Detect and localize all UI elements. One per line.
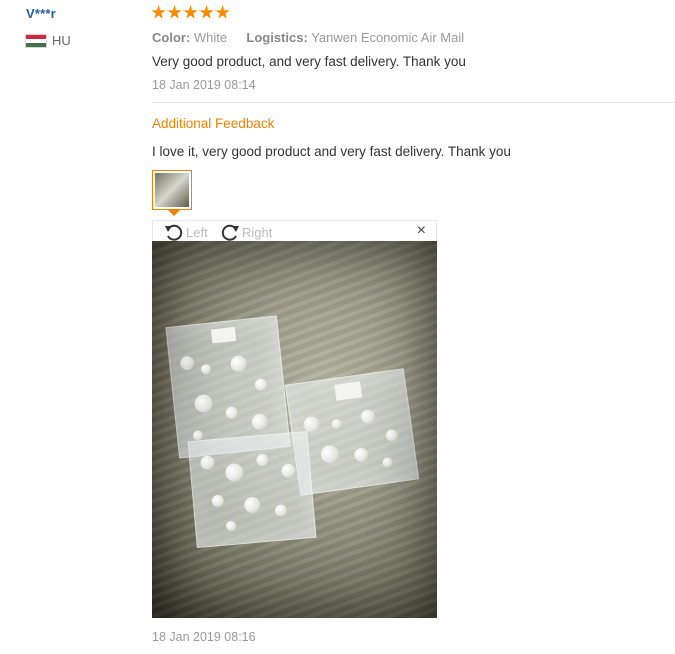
review-date: 18 Jan 2019 08:14 <box>152 78 256 92</box>
star-icon <box>199 5 214 19</box>
rotate-left-button[interactable]: Left <box>163 222 208 242</box>
color-label: Color: <box>152 30 191 45</box>
thumbnail-pointer <box>168 210 180 216</box>
order-info: Color: White Logistics: Yanwen Economic … <box>152 30 464 45</box>
star-icon <box>151 5 166 19</box>
rotate-left-icon <box>165 224 183 241</box>
star-icon <box>167 5 182 19</box>
additional-feedback-text: I love it, very good product and very fa… <box>152 144 511 159</box>
review-text: Very good product, and very fast deliver… <box>152 54 466 69</box>
rotate-left-label: Left <box>186 224 208 240</box>
country-code: HU <box>52 33 71 48</box>
logistics-value: Yanwen Economic Air Mail <box>311 30 465 45</box>
image-viewer-toolbar: Left Right × <box>152 220 437 241</box>
photo-thumbnail[interactable] <box>152 170 192 210</box>
reviewer-name: V***r <box>26 6 56 21</box>
reviewer-country: HU <box>26 33 71 48</box>
additional-feedback-date: 18 Jan 2019 08:16 <box>152 630 256 644</box>
close-button[interactable]: × <box>417 222 426 240</box>
star-rating <box>151 5 230 20</box>
rotate-right-button[interactable]: Right <box>219 222 272 242</box>
star-icon <box>183 5 198 19</box>
hungary-flag-icon <box>26 34 46 47</box>
logistics-label: Logistics: <box>246 30 308 45</box>
review-photo <box>152 241 437 618</box>
star-icon <box>215 5 230 19</box>
color-value: White <box>193 30 228 45</box>
additional-feedback-title: Additional Feedback <box>152 116 275 131</box>
rotate-right-label: Right <box>242 224 273 240</box>
rotate-right-icon <box>221 224 239 241</box>
divider <box>152 102 675 103</box>
